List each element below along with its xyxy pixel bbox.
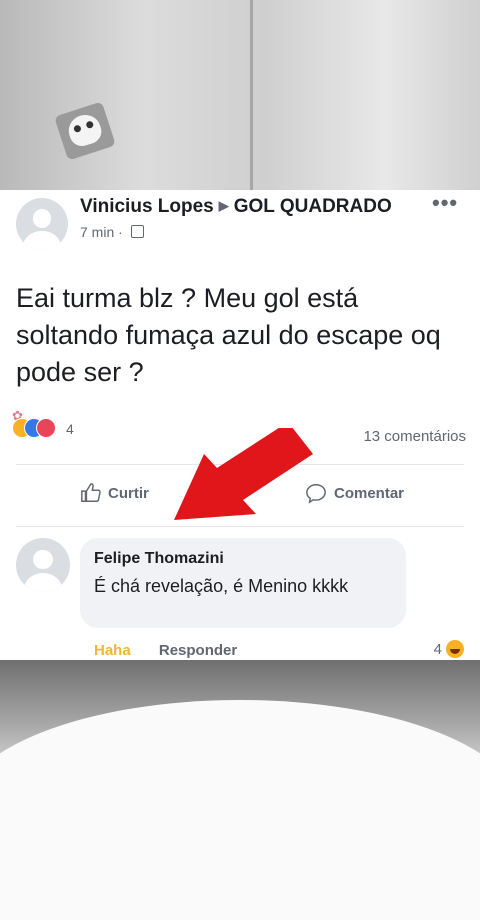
top-background-photo — [0, 0, 480, 190]
skull-sticker-icon — [54, 101, 116, 161]
like-label: Curtir — [108, 484, 149, 502]
comment-text: É chá revelação, é Menino kkkk — [94, 576, 349, 596]
author-name[interactable]: Vinicius Lopes — [80, 196, 214, 217]
globe-icon — [130, 225, 144, 238]
comments-count[interactable]: 13 comentários — [363, 428, 466, 445]
meta-separator: · — [118, 224, 123, 240]
reply-link[interactable]: Responder — [159, 642, 237, 659]
more-options-icon[interactable]: ••• — [432, 190, 458, 216]
love-reaction-icon — [36, 418, 56, 438]
like-icon — [81, 483, 101, 502]
reaction-summary[interactable]: ✿ 4 — [12, 408, 92, 442]
group-name[interactable]: GOL QUADRADO — [234, 196, 392, 217]
post-time[interactable]: 7 min — [80, 224, 114, 240]
commenter-avatar[interactable] — [16, 538, 70, 592]
haha-reaction-icon — [446, 640, 464, 658]
facebook-post-card: Vinicius Lopes ▶ GOL QUADRADO ••• 7 min · … — [0, 190, 480, 660]
like-button[interactable]: Curtir — [80, 482, 149, 504]
comment-label: Comentar — [334, 484, 405, 502]
post-meta: 7 min · — [80, 224, 144, 240]
comment-actions: Haha Responder — [94, 642, 237, 659]
arrow-right-icon: ▶ — [218, 198, 229, 213]
comment-reaction-count: 4 — [433, 640, 442, 658]
author-avatar[interactable] — [16, 198, 68, 250]
post-header: Vinicius Lopes ▶ GOL QUADRADO — [80, 196, 392, 218]
reaction-count: 4 — [66, 421, 74, 437]
post-text: Eai turma blz ? Meu gol está soltando fu… — [16, 283, 441, 387]
commenter-name[interactable]: Felipe Thomazini — [94, 550, 224, 568]
red-arrow-icon — [174, 428, 313, 520]
bottom-background-photo — [0, 660, 480, 920]
comment-reaction-summary[interactable]: 4 — [434, 640, 464, 658]
haha-reaction-link[interactable]: Haha — [94, 642, 131, 659]
comment-bubble: Felipe Thomazini É chá revelação, é Meni… — [80, 538, 406, 628]
